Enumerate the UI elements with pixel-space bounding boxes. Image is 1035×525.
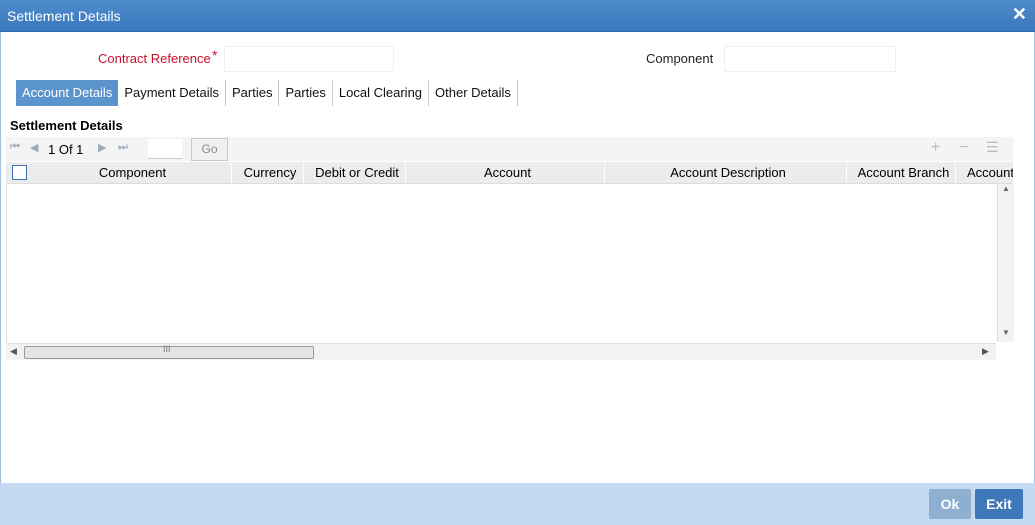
delete-row-icon[interactable]: − — [959, 139, 968, 157]
scroll-grip: III — [163, 344, 171, 354]
page-indicator: 1 Of 1 — [48, 142, 84, 157]
contract-reference-input[interactable] — [224, 46, 394, 72]
go-button[interactable]: Go — [191, 138, 228, 161]
column-header-component[interactable]: Component — [34, 162, 232, 183]
column-header-account[interactable]: Account — [411, 162, 605, 183]
horizontal-scrollbar[interactable]: ◀ III ▶ — [6, 343, 996, 360]
page-number-input[interactable] — [148, 139, 182, 159]
scroll-down-icon[interactable]: ▼ — [1002, 328, 1010, 337]
footer-bar: Ok Exit — [0, 483, 1035, 525]
tab-payment-details[interactable]: Payment Details — [118, 80, 226, 106]
component-label: Component — [646, 51, 714, 66]
select-all-checkbox[interactable] — [12, 165, 27, 180]
grid-body — [6, 184, 997, 342]
tab-local-clearing[interactable]: Local Clearing — [333, 80, 430, 106]
ok-button[interactable]: Ok — [929, 489, 971, 519]
column-header-account-description[interactable]: Account Description — [610, 162, 847, 183]
column-header-currency[interactable]: Currency — [237, 162, 304, 183]
required-marker: * — [212, 47, 218, 63]
window-title: Settlement Details — [7, 8, 121, 24]
column-header-account-more[interactable]: Account — [962, 162, 1013, 183]
tab-parties-1[interactable]: Parties — [226, 80, 280, 106]
view-rows-icon[interactable]: ☰ — [986, 139, 999, 156]
scroll-left-icon[interactable]: ◀ — [10, 346, 17, 357]
tab-other-details[interactable]: Other Details — [429, 80, 518, 106]
contract-reference-label: Contract Reference * — [98, 47, 217, 66]
add-row-icon[interactable]: + — [931, 139, 940, 157]
title-bar: Settlement Details ✕ — [0, 0, 1035, 32]
close-icon[interactable]: ✕ — [1012, 4, 1027, 25]
first-page-icon[interactable]: ⏮ — [10, 141, 20, 154]
vertical-scrollbar[interactable]: ▲ ▼ — [997, 184, 1014, 342]
exit-button[interactable]: Exit — [975, 489, 1023, 519]
grid-header: Component Currency Debit or Credit Accou… — [6, 162, 1013, 184]
section-title: Settlement Details — [10, 118, 123, 133]
grid-toolbar: ⏮ ◀ 1 Of 1 ▶ ⏭ Go + − ☰ — [6, 137, 1013, 161]
scroll-up-icon[interactable]: ▲ — [1002, 184, 1010, 193]
column-header-account-branch[interactable]: Account Branch — [852, 162, 956, 183]
previous-page-icon[interactable]: ◀ — [30, 141, 38, 154]
horizontal-scroll-thumb[interactable]: III — [24, 344, 314, 359]
tab-parties-2[interactable]: Parties — [279, 80, 333, 106]
settlement-grid: ⏮ ◀ 1 Of 1 ▶ ⏭ Go + − ☰ Component Curren… — [6, 137, 1014, 360]
component-input[interactable] — [724, 46, 896, 72]
last-page-icon[interactable]: ⏭ — [118, 141, 128, 154]
scroll-right-icon[interactable]: ▶ — [982, 346, 989, 357]
tab-account-details[interactable]: Account Details — [16, 80, 119, 106]
contract-reference-label-text: Contract Reference — [98, 51, 211, 66]
column-header-debit-credit[interactable]: Debit or Credit — [309, 162, 406, 183]
tab-strip: Account Details Payment Details Parties … — [16, 80, 518, 106]
next-page-icon[interactable]: ▶ — [98, 141, 106, 154]
